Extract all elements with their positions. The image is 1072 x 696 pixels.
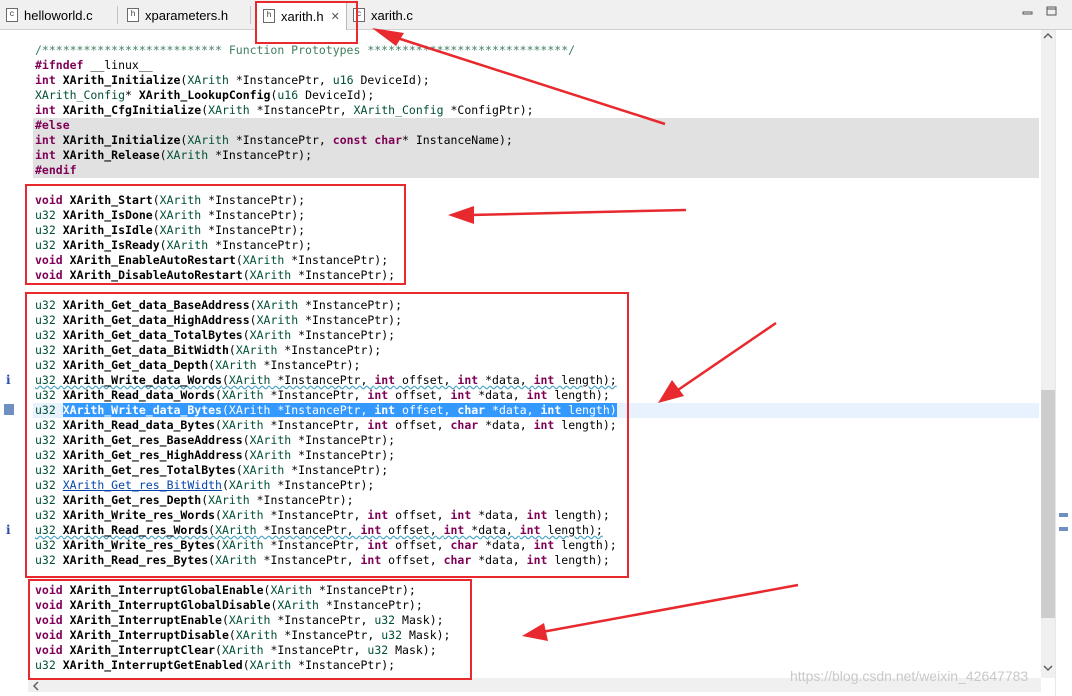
annotation-box-interrupt xyxy=(28,579,472,680)
token: XArith xyxy=(166,148,209,162)
tab-label: xparameters.h xyxy=(145,7,229,23)
token: XArith_LookupConfig xyxy=(138,88,271,102)
code-line[interactable]: int XArith_Initialize(XArith *InstancePt… xyxy=(33,73,1039,88)
editor-gutter xyxy=(0,30,25,696)
tab-label: xarith.c xyxy=(371,7,413,23)
tab-separator xyxy=(117,6,118,24)
h-file-icon: h xyxy=(127,8,139,22)
code-line[interactable]: #endif xyxy=(33,163,1039,178)
info-marker-icon[interactable]: i xyxy=(6,373,11,387)
token: XArith xyxy=(208,103,250,117)
token: *InstancePtr); xyxy=(208,148,312,162)
info-marker-icon[interactable]: i xyxy=(6,523,11,537)
directive: #ifndef xyxy=(35,58,84,72)
token: XArith xyxy=(187,133,229,147)
overview-ruler[interactable] xyxy=(1055,30,1072,696)
overview-marker[interactable] xyxy=(1059,527,1068,531)
token: XArith xyxy=(187,73,229,87)
annotation-box-tab xyxy=(255,1,358,44)
token: int xyxy=(35,73,56,87)
token: *ConfigPtr); xyxy=(443,103,534,117)
code-line[interactable]: int XArith_Release(XArith *InstancePtr); xyxy=(33,148,1039,163)
token: DeviceId); xyxy=(353,73,430,87)
chevron-left-icon[interactable] xyxy=(32,681,40,691)
token: XArith_Initialize xyxy=(62,133,181,147)
token: *InstancePtr, xyxy=(249,103,354,117)
watermark-text: https://blog.csdn.net/weixin_42647783 xyxy=(790,668,1029,684)
tab-separator xyxy=(250,6,251,24)
token: XArith_Release xyxy=(62,148,160,162)
code-line[interactable]: XArith_Config* XArith_LookupConfig(u16 D… xyxy=(33,88,1039,103)
chevron-up-icon[interactable] xyxy=(1043,32,1053,40)
annotation-box-control xyxy=(25,184,406,285)
token: XArith_Config xyxy=(35,88,126,102)
token: XArith_Initialize xyxy=(62,73,181,87)
token: int xyxy=(35,148,56,162)
c-file-icon: c xyxy=(6,8,18,22)
macro-name: __linux__ xyxy=(83,58,153,72)
vertical-scrollbar-thumb[interactable] xyxy=(1041,390,1055,618)
code-line[interactable]: int XArith_CfgInitialize(XArith *Instanc… xyxy=(33,103,1039,118)
directive: #else xyxy=(35,118,70,132)
token: int xyxy=(35,103,56,117)
maximize-icon[interactable] xyxy=(1046,6,1057,16)
token: ( xyxy=(159,148,167,162)
tab-xarith-c[interactable]: c xarith.c xyxy=(353,3,413,27)
token: u16 xyxy=(332,73,354,87)
token: XArith_CfgInitialize xyxy=(62,103,202,117)
chevron-down-icon[interactable] xyxy=(1043,664,1053,672)
directive: #endif xyxy=(35,163,77,177)
token: char xyxy=(374,133,403,147)
token: * xyxy=(125,88,139,102)
tab-helloworld-c[interactable]: c helloworld.c xyxy=(6,3,93,27)
code-line[interactable]: /************************** Function Pro… xyxy=(33,43,1039,58)
comment-text: /************************** Function Pro… xyxy=(35,43,576,57)
tab-label: helloworld.c xyxy=(24,7,93,23)
tab-xparameters-h[interactable]: h xparameters.h xyxy=(127,3,228,27)
annotation-box-io xyxy=(25,292,629,578)
token: DeviceId); xyxy=(298,88,375,102)
code-line[interactable]: #ifndef __linux__ xyxy=(33,58,1039,73)
editor-tab-bar: c helloworld.c h xparameters.h h xarith.… xyxy=(0,0,1072,30)
token: int xyxy=(35,133,56,147)
token: *InstancePtr, xyxy=(228,133,333,147)
minimize-icon[interactable] xyxy=(1022,6,1033,16)
code-line[interactable]: int XArith_Initialize(XArith *InstancePt… xyxy=(33,133,1039,148)
token: *InstancePtr, xyxy=(228,73,333,87)
token: * InstanceName); xyxy=(402,133,513,147)
bookmark-marker-icon[interactable] xyxy=(4,404,14,415)
token: const xyxy=(332,133,368,147)
token: XArith_Config xyxy=(353,103,444,117)
token: u16 xyxy=(277,88,299,102)
code-line[interactable]: #else xyxy=(33,118,1039,133)
overview-marker[interactable] xyxy=(1059,513,1068,517)
